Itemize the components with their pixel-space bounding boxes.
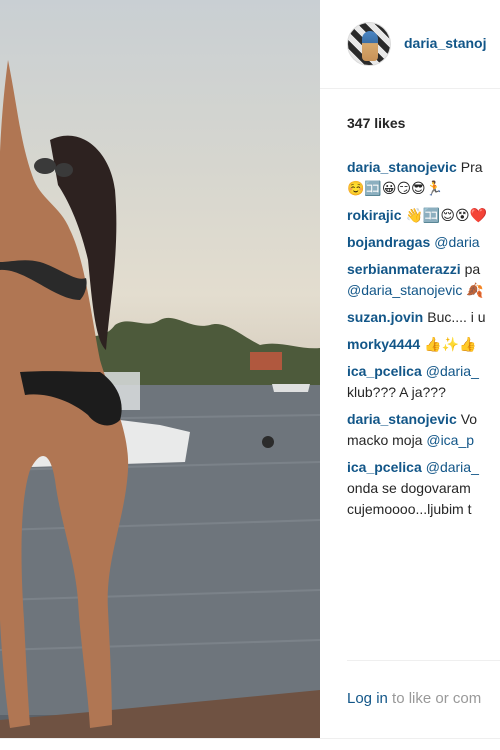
login-prompt: Log in to like or com (347, 690, 481, 707)
divider (347, 660, 500, 661)
comment-item: daria_stanojevic Pra (347, 157, 500, 178)
photo-scene (0, 60, 320, 738)
comment-text-line: onda se dogovaram (347, 480, 471, 496)
comment-item: ica_pcelica @daria_ (347, 457, 500, 478)
comment-mention[interactable]: @daria (434, 234, 479, 250)
comment-mention[interactable]: @daria_stanojevic (347, 282, 462, 298)
login-prompt-text: to like or com (387, 690, 482, 707)
avatar-figure (362, 31, 378, 61)
comment-item: daria_stanojevic Vo (347, 409, 500, 430)
comment-text-line: macko moja @ica_p (347, 430, 500, 451)
login-link[interactable]: Log in (347, 690, 388, 707)
post-header: daria_stanoj (320, 0, 500, 89)
comment-text: pa (464, 261, 481, 277)
comment-text: 🍂 (462, 282, 484, 298)
comment-text: Buc.... i u (427, 309, 486, 325)
comment-text-line: klub??? A ja??? (347, 384, 446, 400)
comment-text-line: ☺️🈁😀😏😎🏃 (347, 180, 444, 196)
avatar[interactable] (347, 22, 391, 66)
comment-text: Vo (460, 411, 478, 427)
header-username-link[interactable]: daria_stanoj (404, 35, 486, 51)
comment-mention[interactable]: @ica_p (426, 432, 474, 448)
comment-item: suzan.jovin Buc.... i u (347, 307, 500, 328)
comment-text-line: @daria_stanojevic 🍂 (347, 280, 500, 301)
post-photo[interactable] (0, 0, 320, 738)
comment-item: ica_pcelica @daria_ (347, 361, 500, 382)
comment-list: daria_stanojevic Pra ☺️🈁😀😏😎🏃 rokirajic 👋🈁😌… (347, 157, 500, 520)
house (250, 352, 282, 370)
comment-mention[interactable]: @daria_ (426, 363, 479, 379)
comment-text-line: cujemoooo...ljubim t (347, 501, 472, 517)
comment-mention[interactable]: @daria_ (426, 459, 479, 475)
comment-text: 👍✨👍 (424, 336, 477, 352)
comment-text: 👋🈁😌😵❤️ (405, 207, 487, 223)
comment-username[interactable]: ica_pcelica (347, 459, 422, 475)
comment-item: serbianmaterazzi pa (347, 259, 500, 280)
comment-username[interactable]: suzan.jovin (347, 309, 423, 325)
comment-text: Pra (460, 159, 483, 175)
comment-username[interactable]: bojandragas (347, 234, 430, 250)
comment-item: bojandragas @daria (347, 232, 500, 253)
post-side-panel: daria_stanoj 347 likes daria_stanojevic P… (320, 0, 500, 750)
comment-item: morky4444 👍✨👍 (347, 334, 500, 355)
comment-username[interactable]: rokirajic (347, 207, 401, 223)
comment-item: rokirajic 👋🈁😌😵❤️ (347, 205, 500, 226)
comment-username[interactable]: serbianmaterazzi (347, 261, 461, 277)
comment-username[interactable]: morky4444 (347, 336, 420, 352)
divider (0, 738, 500, 739)
comment-username[interactable]: ica_pcelica (347, 363, 422, 379)
comment-username[interactable]: daria_stanojevic (347, 411, 457, 427)
comment-text: macko moja (347, 432, 427, 448)
comment-username[interactable]: daria_stanojevic (347, 159, 457, 175)
likes-count[interactable]: 347 likes (347, 115, 405, 131)
